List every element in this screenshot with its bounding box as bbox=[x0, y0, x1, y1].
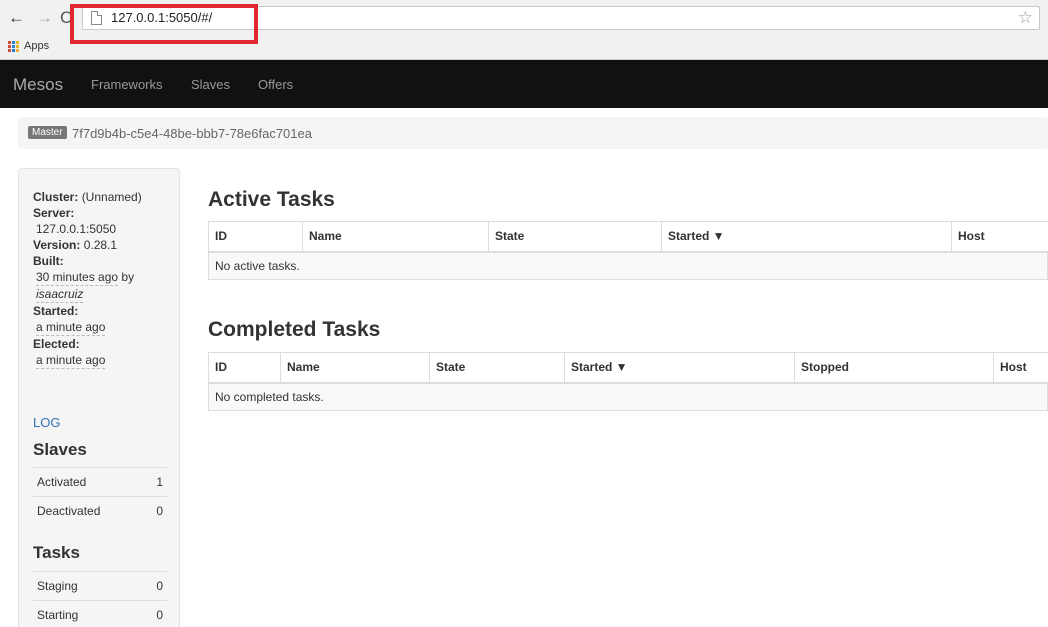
slaves-activated-count: 1 bbox=[143, 467, 167, 497]
cluster-info: Cluster: (Unnamed) Server: 127.0.0.1:505… bbox=[33, 189, 173, 369]
server-value: 127.0.0.1:5050 bbox=[36, 222, 117, 236]
built-value: 30 minutes ago bbox=[36, 270, 119, 286]
version-label: Version: bbox=[33, 238, 81, 252]
empty-message: No completed tasks. bbox=[208, 382, 1048, 411]
nav-offers[interactable]: Offers bbox=[258, 77, 293, 92]
log-link[interactable]: LOG bbox=[33, 415, 60, 430]
elected-value: a minute ago bbox=[36, 353, 106, 369]
slaves-activated-label: Activated bbox=[33, 467, 144, 497]
master-id: 7f7d9b4b-c5e4-48be-bbb7-78e6fac701ea bbox=[72, 126, 312, 141]
brand-logo[interactable]: Mesos bbox=[13, 75, 63, 95]
slaves-deactivated-label: Deactivated bbox=[33, 496, 144, 526]
bookmarks-bar: Apps bbox=[8, 37, 49, 55]
apps-grid-icon[interactable] bbox=[8, 40, 19, 52]
table-header-row: ID Name State Started ▼ Host bbox=[208, 221, 1048, 253]
slaves-table: Activated 1 Deactivated 0 bbox=[33, 467, 167, 526]
slaves-deactivated-count: 0 bbox=[143, 496, 167, 526]
tasks-staging-label: Staging bbox=[33, 571, 135, 601]
col-started[interactable]: Started ▼ bbox=[661, 221, 952, 253]
col-state[interactable]: State bbox=[488, 221, 662, 253]
table-row: Starting 0 bbox=[33, 600, 167, 627]
completed-tasks-heading: Completed Tasks bbox=[208, 318, 381, 341]
col-id[interactable]: ID bbox=[208, 221, 303, 253]
bookmark-star-icon[interactable]: ☆ bbox=[1018, 8, 1033, 28]
table-row: Deactivated 0 bbox=[33, 496, 167, 526]
tasks-table: Staging 0 Starting 0 bbox=[33, 571, 167, 627]
built-by: by bbox=[121, 270, 135, 284]
col-name[interactable]: Name bbox=[302, 221, 489, 253]
active-tasks-heading: Active Tasks bbox=[208, 188, 335, 211]
version-value: 0.28.1 bbox=[83, 238, 118, 252]
nav-frameworks[interactable]: Frameworks bbox=[91, 77, 163, 92]
col-state[interactable]: State bbox=[429, 352, 565, 384]
table-row: No completed tasks. bbox=[208, 382, 1048, 411]
col-host[interactable]: Host bbox=[951, 221, 1048, 253]
back-arrow-icon[interactable]: ← bbox=[8, 8, 25, 28]
col-id[interactable]: ID bbox=[208, 352, 281, 384]
built-label: Built: bbox=[33, 254, 64, 268]
table-header-row: ID Name State Started ▼ Stopped Host bbox=[208, 352, 1048, 384]
forward-arrow-icon[interactable]: → bbox=[36, 8, 53, 28]
table-row: Activated 1 bbox=[33, 467, 167, 497]
slaves-heading: Slaves bbox=[33, 440, 87, 459]
breadcrumb: Master 7f7d9b4b-c5e4-48be-bbb7-78e6fac70… bbox=[18, 117, 1048, 149]
url-highlight-box bbox=[70, 4, 258, 44]
started-label: Started: bbox=[33, 304, 79, 318]
tasks-starting-label: Starting bbox=[33, 600, 135, 627]
master-badge: Master bbox=[28, 126, 67, 139]
cluster-value: (Unnamed) bbox=[81, 190, 142, 204]
completed-tasks-table: ID Name State Started ▼ Stopped Host No … bbox=[208, 352, 1048, 411]
col-started[interactable]: Started ▼ bbox=[564, 352, 795, 384]
tasks-heading: Tasks bbox=[33, 543, 80, 562]
elected-label: Elected: bbox=[33, 337, 80, 351]
table-row: No active tasks. bbox=[208, 251, 1048, 280]
table-row: Staging 0 bbox=[33, 571, 167, 601]
col-name[interactable]: Name bbox=[280, 352, 430, 384]
top-navbar: Mesos Frameworks Slaves Offers bbox=[0, 60, 1048, 108]
cluster-label: Cluster: bbox=[33, 190, 79, 204]
col-host[interactable]: Host bbox=[993, 352, 1048, 384]
nav-slaves[interactable]: Slaves bbox=[191, 77, 230, 92]
server-label: Server: bbox=[33, 206, 75, 220]
browser-chrome: ← → C 127.0.0.1:5050/#/ ☆ Apps bbox=[0, 0, 1048, 60]
apps-bookmark[interactable]: Apps bbox=[24, 40, 49, 52]
col-stopped[interactable]: Stopped bbox=[794, 352, 994, 384]
active-tasks-table: ID Name State Started ▼ Host No active t… bbox=[208, 221, 1048, 280]
built-user: isaacruiz bbox=[36, 287, 84, 303]
empty-message: No active tasks. bbox=[208, 251, 1048, 280]
tasks-starting-count: 0 bbox=[134, 600, 167, 627]
tasks-staging-count: 0 bbox=[134, 571, 167, 601]
started-value: a minute ago bbox=[36, 320, 106, 336]
sidebar: Cluster: (Unnamed) Server: 127.0.0.1:505… bbox=[18, 168, 180, 627]
